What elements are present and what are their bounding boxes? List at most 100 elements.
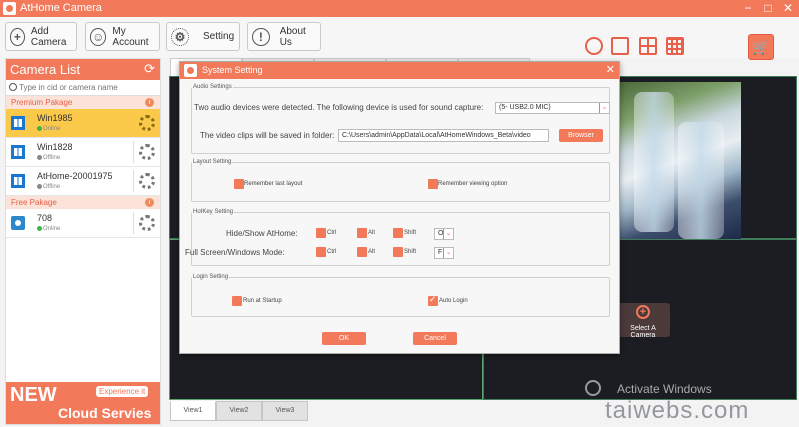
status-dot (37, 155, 42, 160)
full-key-select[interactable]: F ⌄ (434, 247, 454, 259)
camera-item[interactable]: 708 Online (6, 209, 160, 238)
divider (133, 170, 134, 192)
hide-ctrl-checkbox[interactable] (316, 228, 326, 238)
tab-view1[interactable]: View1 (170, 401, 216, 421)
experience-it-button[interactable]: Experience it (96, 386, 149, 397)
camera-name: 708 (37, 213, 53, 223)
status-dot (37, 126, 42, 131)
camera-list-title: Camera List (10, 62, 81, 77)
camera-name: Win1985 (37, 113, 73, 123)
run-at-startup-checkbox[interactable] (232, 296, 242, 306)
dialog-close-icon[interactable]: ✕ (606, 63, 615, 76)
promo-new-label: NEW (10, 384, 57, 406)
camera-status: Offline (43, 155, 61, 161)
info-icon[interactable]: i (145, 198, 154, 207)
save-folder-label: The video clips will be saved in folder: (200, 131, 335, 140)
camera-item[interactable]: Win1985 Online (6, 109, 160, 138)
camera-search-input[interactable] (19, 81, 157, 94)
chevron-down-icon: ⌄ (599, 103, 609, 113)
camera-name: AtHome-20001975 (37, 171, 113, 181)
camera-status: Online (43, 226, 61, 232)
my-account-label: My Account (112, 25, 149, 48)
camera-device-icon (11, 216, 25, 230)
camera-settings-gear-icon[interactable] (139, 144, 155, 160)
hide-shift-checkbox[interactable] (393, 228, 403, 238)
camera-search (6, 80, 160, 96)
my-account-button[interactable]: ☺ My Account (85, 22, 160, 51)
about-us-button[interactable]: ! About Us (247, 22, 321, 51)
info-icon[interactable]: i (145, 98, 154, 107)
about-us-label: About Us (279, 25, 306, 48)
full-shift-checkbox[interactable] (393, 247, 403, 257)
hide-alt-checkbox[interactable] (357, 228, 367, 238)
tab-view3[interactable]: View3 (262, 401, 308, 421)
hide-show-label: Hide/Show AtHome: (226, 229, 298, 238)
group-header-free[interactable]: Free Pakage i (6, 196, 160, 209)
camera-settings-gear-icon[interactable] (139, 215, 155, 231)
setting-button[interactable]: ⚙ Setting (166, 22, 240, 51)
login-settings-legend: Login Setting (193, 274, 229, 280)
alt-label: Alt (368, 249, 376, 255)
bottle-shape (678, 122, 724, 239)
save-folder-input[interactable]: C:\Users\admin\AppData\Local\AtHomeWindo… (338, 129, 549, 142)
alt-label: Alt (368, 230, 376, 236)
auto-login-checkbox[interactable] (428, 294, 438, 306)
audio-settings-legend: Audio Settings (193, 84, 232, 90)
setting-label: Setting (203, 31, 235, 42)
refresh-icon[interactable]: ⟳ (144, 61, 155, 77)
audio-device-select[interactable]: (5- USB2.0 MIC) ⌄ (495, 102, 610, 114)
group-label-premium: Premium Pakage (11, 98, 73, 107)
full-key-value: F (438, 249, 443, 256)
app-logo-icon (184, 64, 197, 77)
title-bar: AtHome Camera − □ ✕ (0, 0, 799, 17)
camera-status: Online (43, 126, 61, 132)
quad-view-icon[interactable] (639, 37, 657, 55)
camera-settings-gear-icon[interactable] (139, 173, 155, 189)
bottle-shape (634, 92, 674, 232)
single-view-icon[interactable] (585, 37, 603, 55)
group-header-premium[interactable]: Premium Pakage i (6, 96, 160, 109)
minimize-button[interactable]: − (738, 0, 758, 17)
cancel-button[interactable]: Cancel (413, 332, 457, 345)
remember-last-layout-checkbox[interactable] (234, 179, 244, 189)
app-title: AtHome Camera (20, 2, 102, 14)
group-label-free: Free Pakage (11, 198, 57, 207)
windows-icon (11, 145, 25, 159)
audio-device-value: (5- USB2.0 MIC) (499, 104, 551, 111)
full-alt-checkbox[interactable] (357, 247, 367, 257)
key-icon (585, 380, 601, 396)
layout-settings-legend: Layout Setting (193, 159, 232, 165)
close-button[interactable]: ✕ (778, 0, 798, 17)
activate-windows-text: Activate Windows (617, 382, 712, 396)
status-dot (37, 226, 42, 231)
camera-item[interactable]: Win1828 Offline (6, 138, 160, 167)
camera-item[interactable]: AtHome-20001975 Offline (6, 167, 160, 196)
auto-login-label: Auto Login (439, 298, 468, 304)
full-ctrl-checkbox[interactable] (316, 247, 326, 257)
hotkey-settings-legend: HotKey Setting (193, 209, 234, 215)
promo-cloud-label: Cloud Servies (58, 405, 152, 421)
dialog-title: System Setting (202, 65, 263, 75)
camera-list-header: Camera List ⟳ (6, 59, 160, 80)
browser-button[interactable]: Browser (559, 129, 603, 142)
tab-view2[interactable]: View2 (216, 401, 262, 421)
camera-list-panel: Camera List ⟳ Premium Pakage i Win1985 O… (5, 58, 161, 425)
hide-key-select[interactable]: O ⌄ (434, 228, 454, 240)
audio-detected-text: Two audio devices were detected. The fol… (194, 103, 484, 112)
plus-icon: + (10, 27, 25, 46)
nine-view-icon[interactable] (666, 37, 684, 55)
chevron-down-icon: ⌄ (443, 248, 453, 258)
run-at-startup-label: Run at Startup (243, 298, 282, 304)
ok-button[interactable]: OK (322, 332, 366, 345)
remember-viewing-option-checkbox[interactable] (428, 179, 438, 189)
cloud-services-banner[interactable]: NEW Experience it Cloud Servies (6, 382, 160, 424)
select-camera-button[interactable]: + Select A Camera (616, 303, 670, 339)
camera-settings-gear-icon[interactable] (139, 115, 155, 131)
user-icon: ☺ (90, 27, 107, 46)
camera-status: Offline (43, 184, 61, 190)
watermark-text: taiwebs.com (605, 397, 750, 424)
add-camera-button[interactable]: + Add Camera (5, 22, 77, 51)
maximize-button[interactable]: □ (758, 0, 778, 17)
cart-button[interactable]: 🛒 (748, 34, 774, 60)
fullscreen-view-icon[interactable] (611, 37, 629, 55)
